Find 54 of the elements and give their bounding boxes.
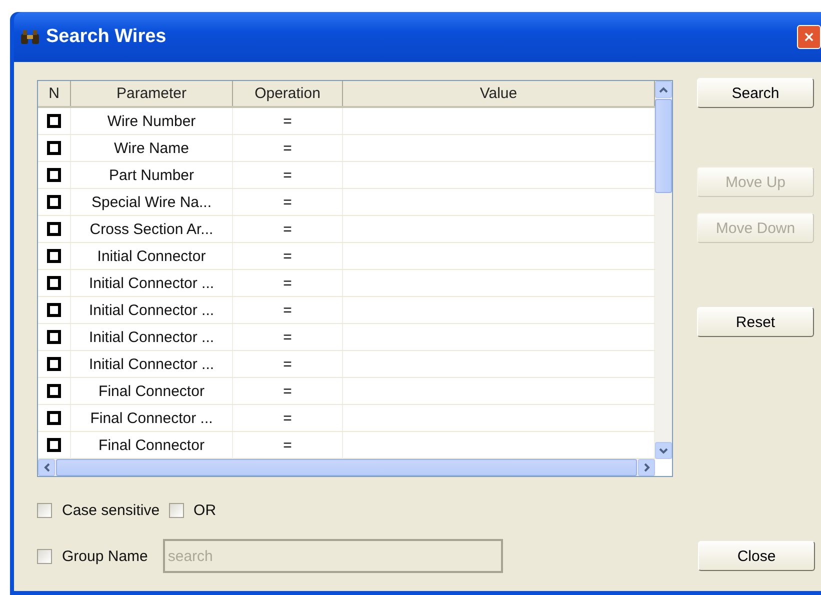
table-cell: Part Number xyxy=(71,162,233,188)
table-cell: = xyxy=(233,162,343,188)
table-cell: = xyxy=(233,216,343,242)
table-cell: = xyxy=(233,135,343,161)
table-cell: = xyxy=(233,432,343,458)
window-title: Search Wires xyxy=(46,26,166,48)
action-button[interactable]: Search xyxy=(697,78,814,108)
close-button[interactable]: Close xyxy=(698,541,815,571)
table-cell: = xyxy=(233,351,343,377)
row-checkbox[interactable] xyxy=(47,357,61,371)
vertical-scrollbar[interactable] xyxy=(655,81,672,459)
row-checkbox[interactable] xyxy=(47,438,61,452)
table-cell: = xyxy=(233,270,343,296)
row-checkbox[interactable] xyxy=(47,384,61,398)
checkbox[interactable] xyxy=(37,503,52,518)
row-checkbox[interactable] xyxy=(47,141,61,155)
checkbox-label[interactable]: Case sensitive xyxy=(62,502,160,519)
table-cell: Special Wire Na... xyxy=(71,189,233,215)
row-checkbox[interactable] xyxy=(47,330,61,344)
table-cell: = xyxy=(233,405,343,431)
table-cell: = xyxy=(233,297,343,323)
row-checkbox[interactable] xyxy=(47,168,61,182)
row-checkbox[interactable] xyxy=(47,249,61,263)
table-cell: = xyxy=(233,243,343,269)
row-checkbox[interactable] xyxy=(47,276,61,290)
row-checkbox[interactable] xyxy=(47,411,61,425)
action-button[interactable]: Reset xyxy=(697,307,814,337)
table-cell: Final Connector xyxy=(71,378,233,404)
table-cell: Initial Connector xyxy=(71,243,233,269)
table-cell: Final Connector ... xyxy=(71,405,233,431)
row-checkbox[interactable] xyxy=(47,114,61,128)
row-checkbox[interactable] xyxy=(47,195,61,209)
table-cell: = xyxy=(233,108,343,134)
table-cell: Wire Name xyxy=(71,135,233,161)
checkbox[interactable] xyxy=(168,503,184,518)
table-cell: = xyxy=(233,378,343,404)
table-cell: Initial Connector ... xyxy=(71,351,233,377)
table-cell: Initial Connector ... xyxy=(71,324,233,350)
table-cell: Wire Number xyxy=(71,108,233,134)
binoculars-icon xyxy=(20,29,40,45)
row-checkbox[interactable] xyxy=(47,303,61,317)
column-header[interactable]: Parameter xyxy=(71,81,233,106)
checkbox-label[interactable]: OR xyxy=(194,502,216,519)
table-cell: Initial Connector ... xyxy=(71,297,233,323)
row-checkbox[interactable] xyxy=(47,222,61,236)
table-cell: = xyxy=(233,189,343,215)
table-cell: Cross Section Ar... xyxy=(71,216,233,242)
table-cell: = xyxy=(233,324,343,350)
scroll-thumb[interactable] xyxy=(655,99,672,193)
table-cell: Initial Connector ... xyxy=(71,270,233,296)
table-cell: Final Connector xyxy=(71,432,233,458)
column-header[interactable]: N xyxy=(38,81,71,106)
column-header[interactable]: Operation xyxy=(233,81,343,106)
close-icon[interactable] xyxy=(797,25,821,49)
